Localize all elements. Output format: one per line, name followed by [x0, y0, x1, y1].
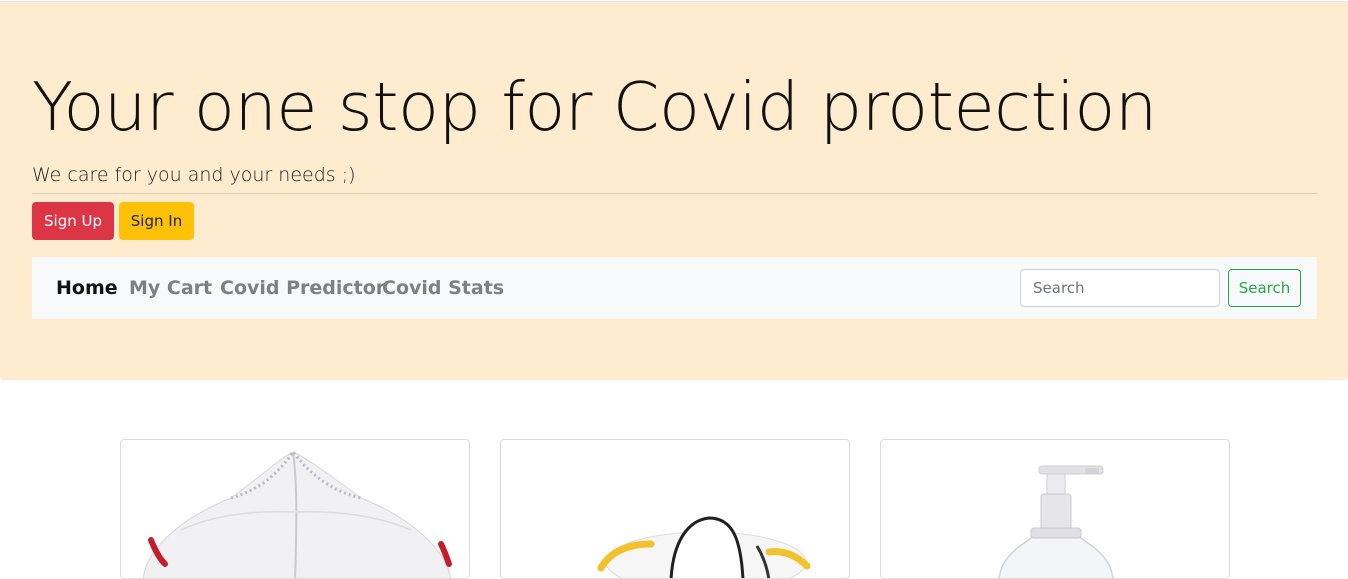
sign-up-button[interactable]: Sign Up [32, 202, 114, 240]
search-button[interactable]: Search [1228, 269, 1301, 307]
face-mask-image [142, 449, 452, 578]
nav-home[interactable]: Home [56, 277, 118, 299]
main-navbar: Home My Cart Covid Predictor Covid Stats… [32, 257, 1317, 319]
hero-jumbotron: Your one stop for Covid protection We ca… [0, 1, 1348, 380]
nav-covid-predictor[interactable]: Covid Predictor [220, 277, 385, 299]
hero-title: Your one stop for Covid protection [32, 68, 1157, 146]
product-card-mask[interactable] [120, 439, 470, 579]
face-shield-image [597, 516, 811, 578]
nav-covid-stats[interactable]: Covid Stats [382, 277, 504, 299]
sanitizer-bottle-image [998, 465, 1114, 578]
hero-divider [32, 193, 1317, 194]
nav-my-cart[interactable]: My Cart [129, 277, 212, 299]
product-card-sanitizer[interactable] [880, 439, 1230, 579]
search-input[interactable] [1020, 269, 1220, 307]
product-card-shield[interactable] [500, 439, 850, 579]
sign-in-button[interactable]: Sign In [119, 202, 194, 240]
hero-subtitle: We care for you and your needs ;) [32, 164, 356, 186]
